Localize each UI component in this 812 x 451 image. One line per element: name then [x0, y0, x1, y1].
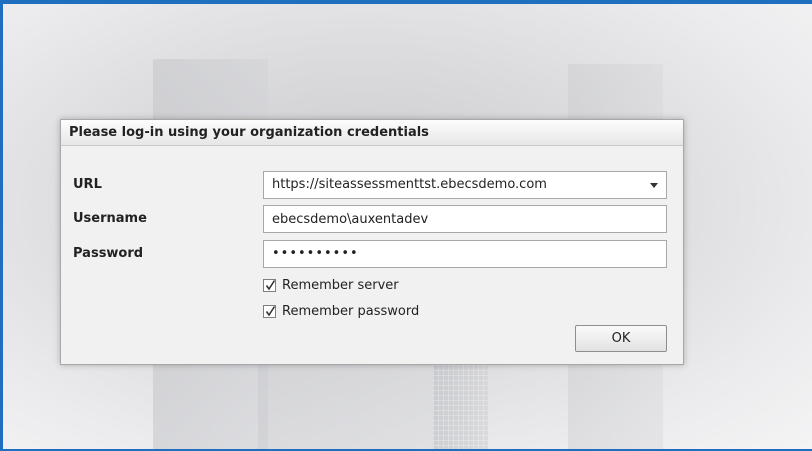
remember-password-label: Remember password [282, 303, 420, 319]
dialog-title: Please log-in using your organization cr… [61, 120, 683, 146]
password-field[interactable]: •••••••••• [263, 240, 667, 268]
username-label: Username [73, 211, 147, 226]
url-value: https://siteassessmenttst.ebecsdemo.com [272, 177, 547, 192]
chevron-down-icon[interactable] [650, 183, 658, 188]
url-label: URL [73, 177, 102, 192]
password-label: Password [73, 246, 144, 261]
remember-server-checkbox[interactable]: Remember server [263, 276, 399, 294]
password-masked-value: •••••••••• [272, 246, 359, 261]
remember-password-checkbox[interactable]: Remember password [263, 302, 419, 320]
username-field[interactable] [263, 205, 667, 233]
url-dropdown[interactable]: https://siteassessmenttst.ebecsdemo.com [263, 171, 667, 199]
remember-server-label: Remember server [282, 277, 399, 293]
app-window: Please log-in using your organization cr… [0, 0, 812, 451]
checkbox-checked-icon[interactable] [263, 304, 276, 318]
ok-button[interactable]: OK [575, 325, 667, 352]
checkbox-checked-icon[interactable] [263, 278, 276, 292]
login-dialog: Please log-in using your organization cr… [60, 119, 684, 365]
username-input[interactable] [272, 206, 658, 232]
